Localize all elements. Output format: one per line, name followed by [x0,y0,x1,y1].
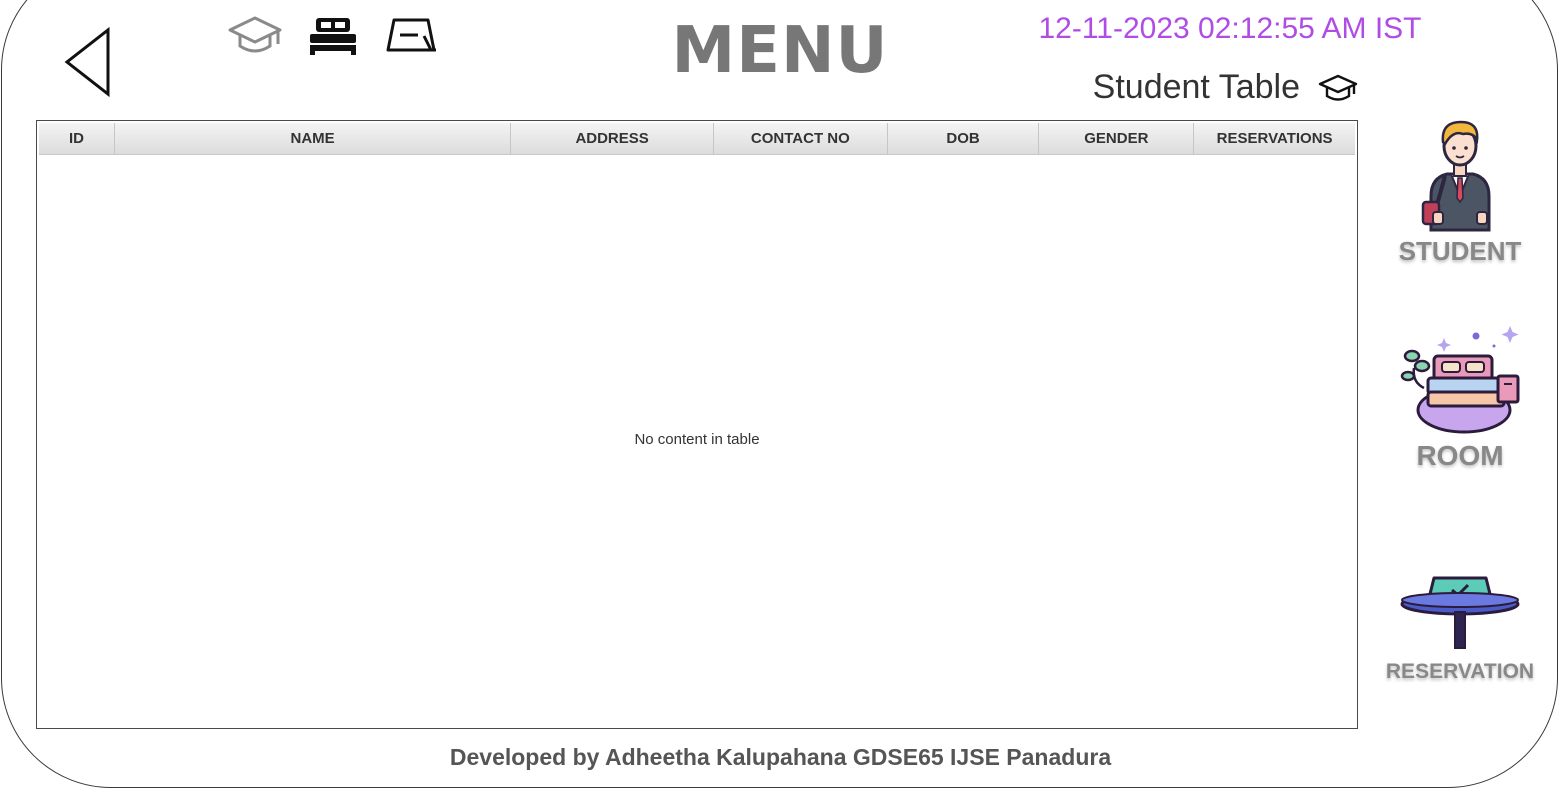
reservation-nav-button[interactable] [384,12,440,58]
bed-icon [310,18,356,55]
reservation-table-icon [1400,576,1520,649]
reservation-sign-icon [386,18,436,52]
table-header-row: ID NAME ADDRESS CONTACT NO DOB GENDER RE… [39,123,1355,155]
column-header-gender[interactable]: GENDER [1039,123,1195,154]
table-empty-message: No content in table [634,431,760,448]
column-header-id[interactable]: ID [39,123,115,154]
graduation-cap-nav-button[interactable] [228,12,282,58]
room-nav-label: ROOM [1416,440,1504,471]
student-nav-label: STUDENT [1398,236,1522,266]
column-header-contact-no[interactable]: CONTACT NO [714,123,888,154]
student-nav-button[interactable]: STUDENT [1380,118,1540,267]
graduation-cap-icon [228,16,282,53]
datetime-display: 12-11-2023 02:12:55 AM IST [1038,12,1422,45]
student-avatar-icon [1421,120,1491,232]
column-header-dob[interactable]: DOB [888,123,1040,154]
room-nav-button[interactable]: ROOM [1380,324,1540,472]
column-header-reservations[interactable]: RESERVATIONS [1194,123,1355,154]
page-title: MENU [671,14,889,88]
bed-nav-button[interactable] [306,12,360,58]
table-title: Student Table [1092,68,1300,106]
footer-credit: Developed by Adheetha Kalupahana GDSE65 … [449,744,1112,770]
graduation-cap-icon [1318,74,1358,101]
table-title-icon-wrap [1318,72,1358,106]
back-button[interactable] [60,26,116,98]
back-triangle-icon [64,26,110,98]
student-table[interactable]: ID NAME ADDRESS CONTACT NO DOB GENDER RE… [36,120,1358,729]
reservation-nav-label: RESERVATION [1385,660,1535,683]
reservation-nav-button[interactable]: RESERVATION [1380,572,1540,684]
column-header-address[interactable]: ADDRESS [511,123,714,154]
room-bed-icon [1400,326,1520,434]
column-header-name[interactable]: NAME [115,123,512,154]
